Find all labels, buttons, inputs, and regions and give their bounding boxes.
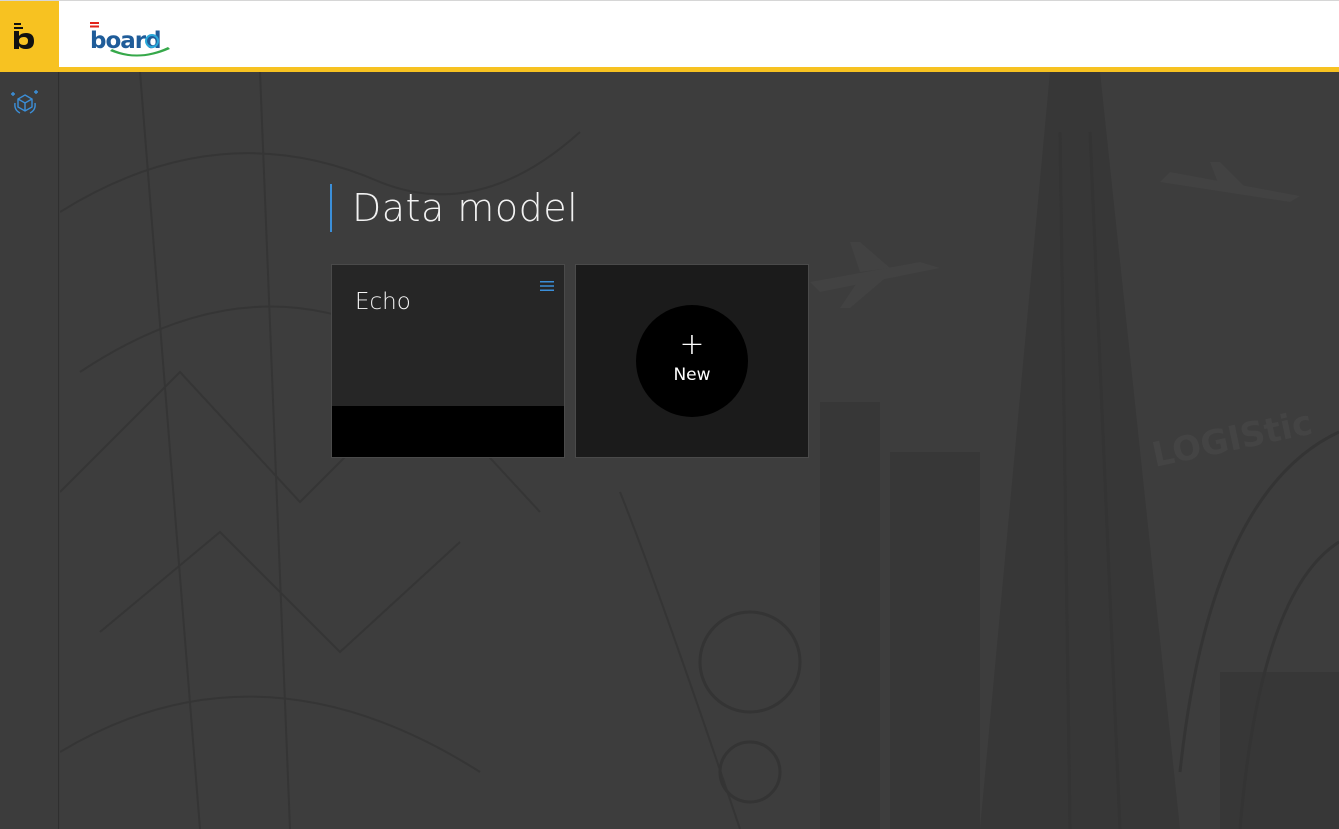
data-model-cube-icon[interactable] <box>10 87 40 117</box>
board-b-icon <box>14 23 34 49</box>
data-model-tile-echo[interactable]: Echo <box>331 264 565 458</box>
page-title: Data model <box>330 184 578 232</box>
top-bar: board <box>0 0 1339 72</box>
new-data-model-button[interactable]: + New <box>636 305 748 417</box>
plus-icon: + <box>679 327 705 362</box>
main-content: LOGIStic Data model Echo + New <box>60 72 1339 829</box>
new-label: New <box>673 365 711 385</box>
new-data-model-tile[interactable]: + New <box>575 264 809 458</box>
app-launcher-button[interactable] <box>0 1 59 68</box>
sidebar <box>0 72 59 829</box>
tile-footer <box>332 406 564 457</box>
svg-text:board: board <box>90 28 161 54</box>
data-model-name: Echo <box>355 289 411 315</box>
hamburger-menu-icon[interactable] <box>540 277 554 291</box>
board-logo: board <box>90 21 182 57</box>
